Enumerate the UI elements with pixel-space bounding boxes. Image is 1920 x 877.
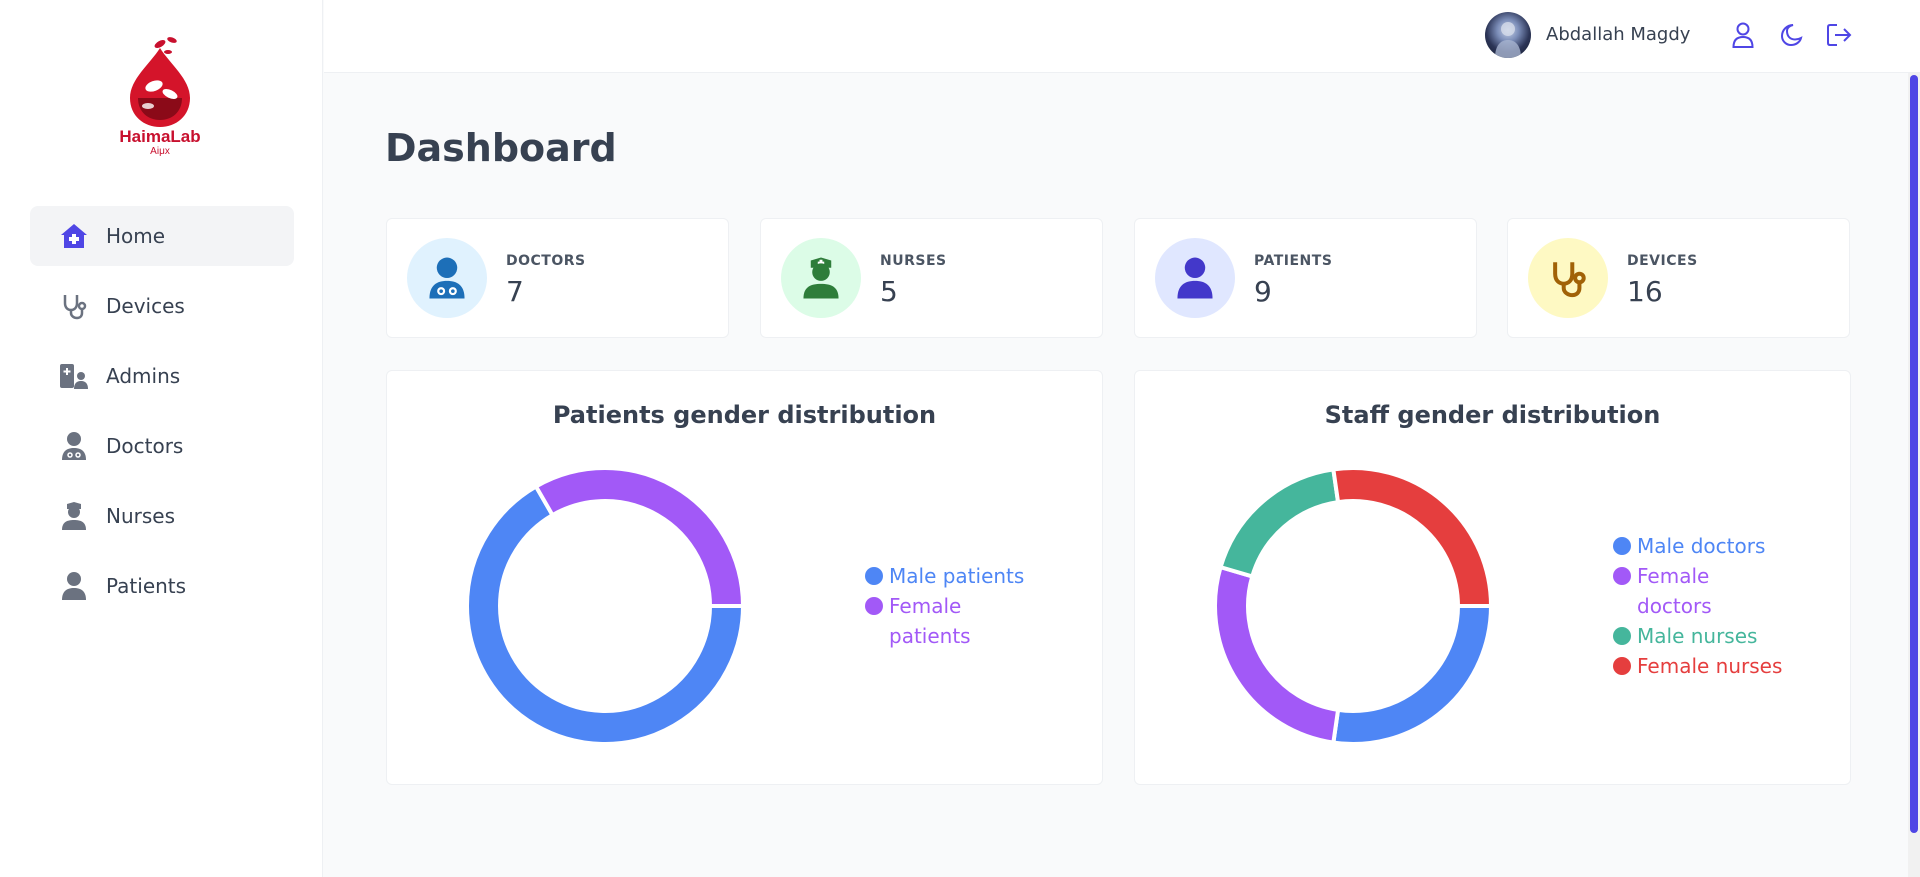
stat-value: 7 — [506, 275, 524, 308]
logo-subtitle: Aiμx — [150, 146, 170, 157]
donut-slice-male-doctors[interactable] — [1331, 604, 1494, 746]
sidebar-item-label: Nurses — [106, 504, 176, 528]
hospital-user-icon — [58, 360, 90, 392]
legend-label: Male patients — [889, 564, 1025, 588]
blood-drop-logo-icon — [130, 37, 190, 127]
legend-label: Male nurses — [1637, 624, 1758, 648]
legend-item[interactable]: Male nurses — [1613, 621, 1813, 651]
legend-item[interactable]: Female patients — [865, 591, 1045, 651]
legend-item[interactable]: Female doctors — [1613, 561, 1813, 621]
user-icon — [58, 570, 90, 602]
stat-value: 16 — [1627, 275, 1663, 308]
donut-slice-female-nurses[interactable] — [1331, 466, 1494, 608]
sidebar-item-nurses[interactable]: Nurses — [30, 486, 294, 546]
stat-card-devices[interactable]: DEVICES 16 — [1507, 218, 1850, 338]
sidebar-nav: Home Devices Admins Doctors Nurses Patie… — [30, 206, 294, 626]
donut-slice-male-nurses[interactable] — [1218, 467, 1341, 579]
stat-icon-bg — [1528, 238, 1608, 318]
stat-card-patients[interactable]: PATIENTS 9 — [1134, 218, 1477, 338]
donut-slice-female-patients[interactable] — [533, 466, 746, 608]
sidebar-item-label: Patients — [106, 574, 187, 598]
logout-icon — [1827, 24, 1852, 46]
stat-icon-bg — [1155, 238, 1235, 318]
stat-icon-bg — [407, 238, 487, 318]
legend-label: Female patients — [889, 594, 971, 648]
stat-icon-bg — [781, 238, 861, 318]
sidebar-item-label: Devices — [106, 294, 185, 318]
chart-legend: Male doctors Female doctors Male nurses … — [1613, 531, 1813, 681]
user-doctor-icon — [58, 430, 90, 462]
staff-gender-chart-card: Staff gender distribution Male doctors F… — [1134, 370, 1851, 785]
stat-label: DEVICES — [1627, 253, 1698, 269]
legend-item[interactable]: Male doctors — [1613, 531, 1813, 561]
sidebar-item-patients[interactable]: Patients — [30, 556, 294, 616]
user-nurse-icon — [58, 500, 90, 532]
house-medical-icon — [58, 220, 90, 252]
logo-name: HaimaLab — [119, 127, 201, 146]
legend-swatch — [1613, 627, 1631, 645]
patients-gender-chart-card: Patients gender distribution Male patien… — [386, 370, 1103, 785]
legend-label: Male doctors — [1637, 534, 1766, 558]
legend-swatch — [865, 597, 883, 615]
legend-label: Female nurses — [1637, 654, 1783, 678]
sidebar-item-devices[interactable]: Devices — [30, 276, 294, 336]
page-title: Dashboard — [385, 126, 617, 170]
legend-swatch — [1613, 567, 1631, 585]
username: Abdallah Magdy — [1546, 24, 1691, 45]
legend-label: Female doctors — [1637, 564, 1712, 618]
dark-mode-toggle[interactable] — [1776, 20, 1806, 50]
sidebar: HaimaLab Aiμx Home Devices Admins Doctor… — [0, 0, 323, 877]
sidebar-item-label: Doctors — [106, 434, 184, 458]
donut-slice-female-doctors[interactable] — [1213, 564, 1341, 745]
profile-icon — [1732, 22, 1754, 48]
user-icon — [1177, 257, 1213, 299]
legend-item[interactable]: Female nurses — [1613, 651, 1813, 681]
legend-swatch — [865, 567, 883, 585]
stethoscope-icon — [1553, 262, 1586, 298]
chart-legend: Male patients Female patients — [865, 561, 1045, 651]
stat-value: 9 — [1254, 275, 1272, 308]
user-doctor-icon — [429, 257, 465, 299]
scrollbar[interactable] — [1908, 73, 1920, 877]
stat-label: DOCTORS — [506, 253, 586, 269]
moon-icon — [1780, 24, 1803, 47]
stat-label: PATIENTS — [1254, 253, 1333, 269]
user-nurse-icon — [803, 257, 839, 299]
scrollbar-thumb[interactable] — [1910, 75, 1918, 833]
profile-button[interactable] — [1728, 20, 1758, 50]
sidebar-item-label: Home — [106, 224, 166, 248]
haimalab-logo[interactable]: HaimaLab Aiμx — [110, 34, 210, 160]
legend-swatch — [1613, 537, 1631, 555]
stat-card-nurses[interactable]: NURSES 5 — [760, 218, 1103, 338]
sidebar-item-admins[interactable]: Admins — [30, 346, 294, 406]
legend-item[interactable]: Male patients — [865, 561, 1045, 591]
top-header: Abdallah Magdy — [324, 0, 1920, 73]
sidebar-item-home[interactable]: Home — [30, 206, 294, 266]
stethoscope-icon — [58, 290, 90, 322]
stat-value: 5 — [880, 275, 898, 308]
stat-label: NURSES — [880, 253, 947, 269]
logout-button[interactable] — [1824, 20, 1854, 50]
avatar[interactable] — [1485, 12, 1531, 58]
sidebar-item-label: Admins — [106, 364, 181, 388]
legend-swatch — [1613, 657, 1631, 675]
sidebar-item-doctors[interactable]: Doctors — [30, 416, 294, 476]
stat-card-doctors[interactable]: DOCTORS 7 — [386, 218, 729, 338]
